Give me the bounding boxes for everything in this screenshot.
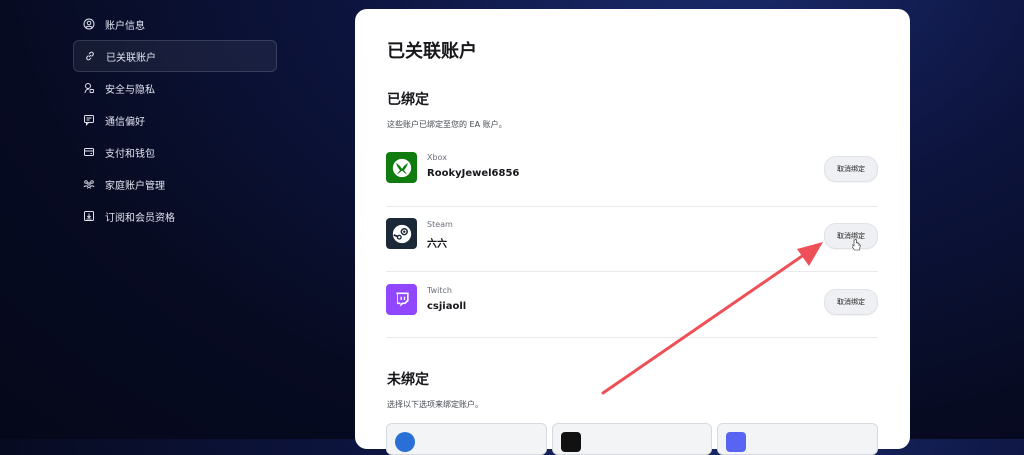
account-username: RookyJewel6856	[427, 168, 520, 179]
account-username: csjiaoll	[427, 301, 467, 312]
page-title: 已关联账户	[387, 41, 477, 62]
sidebar-item-security[interactable]: 安全与隐私	[73, 72, 277, 104]
divider	[386, 206, 878, 207]
platform-name: Xbox	[427, 153, 447, 162]
sidebar-item-label: 账户信息	[105, 20, 145, 32]
sidebar-item-family[interactable]: 家庭账户管理	[73, 168, 277, 200]
unbind-button-xbox[interactable]: 取消绑定	[824, 156, 878, 182]
platform-name: Steam	[427, 220, 453, 229]
unlinked-account-card[interactable]	[386, 423, 547, 455]
platform-logo-icon	[560, 432, 581, 452]
subscription-icon	[83, 210, 95, 222]
sidebar-item-linked-accounts[interactable]: 已关联账户	[73, 40, 277, 72]
divider	[386, 337, 878, 338]
xbox-logo-icon	[386, 152, 417, 183]
sidebar-item-label: 家庭账户管理	[105, 180, 165, 192]
linked-account-row-steam: Steam 六六 取消绑定	[386, 210, 878, 276]
unlinked-section-description: 选择以下选项来绑定账户。	[387, 400, 483, 409]
steam-logo-icon	[386, 218, 417, 249]
unlinked-section-title: 未绑定	[387, 372, 429, 388]
linked-section-description: 这些账户已绑定至您的 EA 账户。	[387, 120, 507, 129]
linked-section-title: 已绑定	[387, 92, 429, 108]
linked-accounts-panel: 已关联账户 已绑定 这些账户已绑定至您的 EA 账户。 Xbox RookyJe…	[355, 9, 910, 455]
platform-logo-icon	[726, 432, 747, 452]
mouse-cursor-icon	[851, 236, 861, 251]
platform-logo-icon	[395, 432, 415, 452]
account-username: 六六	[427, 239, 447, 250]
link-icon	[84, 50, 96, 62]
sidebar-item-label: 安全与隐私	[105, 84, 155, 96]
unlinked-account-card[interactable]	[717, 423, 879, 455]
sidebar-item-payment[interactable]: 支付和钱包	[73, 136, 277, 168]
sidebar: 账户信息 已关联账户 安全与隐私 通信偏好 支付和钱包 家庭账户管理 订阅和会员…	[73, 8, 277, 232]
sidebar-item-communication[interactable]: 通信偏好	[73, 104, 277, 136]
unlinked-accounts-list	[386, 423, 879, 455]
chat-icon	[83, 114, 95, 126]
sidebar-item-label: 通信偏好	[105, 116, 145, 128]
linked-account-row-twitch: Twitch csjiaoll 取消绑定	[386, 276, 878, 342]
unlinked-account-card[interactable]	[551, 423, 713, 455]
unbind-button-twitch[interactable]: 取消绑定	[824, 289, 878, 315]
twitch-logo-icon	[386, 284, 417, 315]
sidebar-item-label: 已关联账户	[106, 52, 156, 64]
sidebar-item-label: 订阅和会员资格	[105, 212, 175, 224]
unbind-button-steam[interactable]: 取消绑定	[824, 223, 878, 249]
platform-name: Twitch	[427, 286, 452, 295]
sidebar-item-subscription[interactable]: 订阅和会员资格	[73, 200, 277, 232]
family-icon	[83, 178, 95, 190]
divider	[386, 271, 878, 272]
sidebar-item-label: 支付和钱包	[105, 148, 155, 160]
linked-account-row-xbox: Xbox RookyJewel6856 取消绑定	[386, 143, 878, 209]
user-circle-icon	[83, 18, 95, 30]
wallet-icon	[83, 146, 95, 158]
sidebar-item-account-info[interactable]: 账户信息	[73, 8, 277, 40]
lock-icon	[83, 82, 95, 94]
